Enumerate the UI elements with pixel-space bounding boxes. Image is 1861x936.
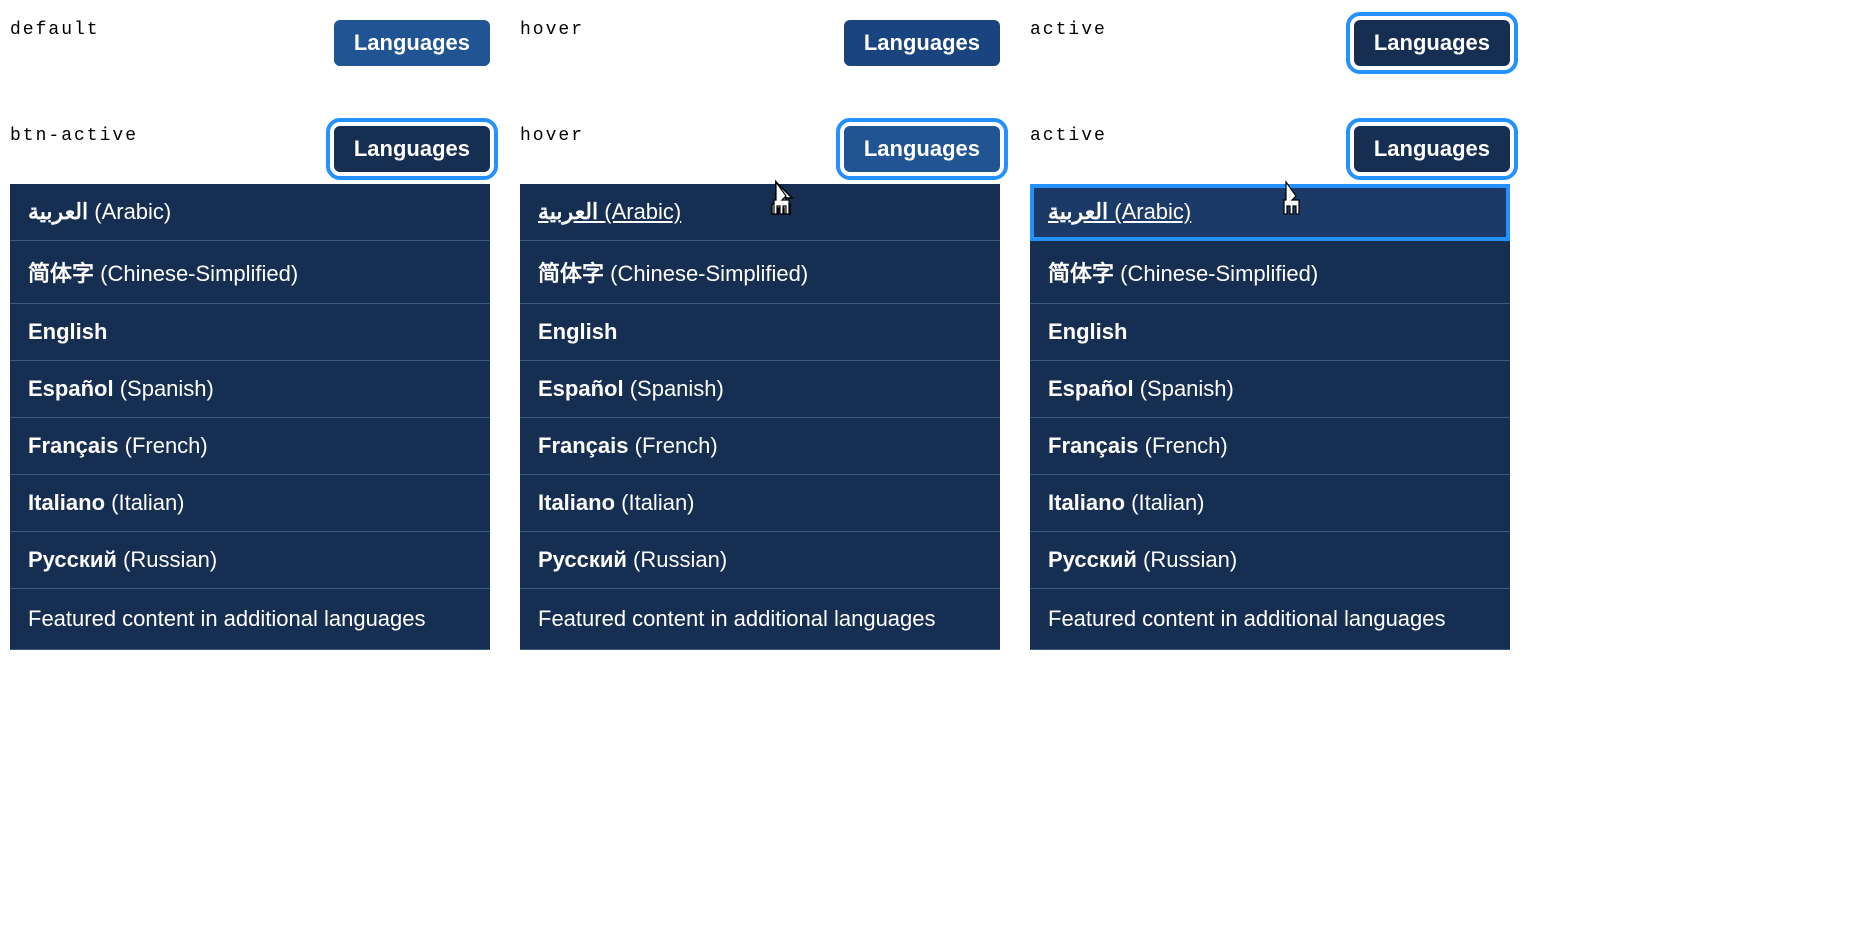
languages-dropdown: العربية (Arabic) 简体字 (Chinese-Simplified… <box>520 184 1000 650</box>
cell-default: default Languages <box>10 20 490 66</box>
language-option-featured[interactable]: Featured content in additional languages <box>10 589 490 650</box>
language-option-english[interactable]: English <box>10 304 490 361</box>
language-option-chinese[interactable]: 简体字 (Chinese-Simplified) <box>1030 241 1510 304</box>
language-option-featured[interactable]: Featured content in additional languages <box>520 589 1000 650</box>
language-option-spanish[interactable]: Español (Spanish) <box>1030 361 1510 418</box>
pointer-cursor-icon <box>1276 180 1308 218</box>
language-option-french[interactable]: Français (French) <box>10 418 490 475</box>
languages-button[interactable]: Languages <box>844 20 1000 66</box>
pointer-cursor-icon <box>766 180 798 218</box>
language-option-arabic[interactable]: العربية (Arabic) <box>520 184 1000 241</box>
language-option-italian[interactable]: Italiano (Italian) <box>520 475 1000 532</box>
languages-button[interactable]: Languages <box>334 20 490 66</box>
row-bottom: btn-active Languages العربية (Arabic) 简体… <box>10 126 1550 650</box>
language-option-english[interactable]: English <box>520 304 1000 361</box>
languages-button[interactable]: Languages <box>1354 20 1510 66</box>
language-option-arabic[interactable]: العربية (Arabic) <box>1030 184 1510 241</box>
language-option-featured[interactable]: Featured content in additional languages <box>1030 589 1510 650</box>
language-option-russian[interactable]: Русский (Russian) <box>1030 532 1510 589</box>
language-option-chinese[interactable]: 简体字 (Chinese-Simplified) <box>10 241 490 304</box>
cell-btn-active-active: active Languages العربية (Arabic) 简体字 (C… <box>1030 126 1510 650</box>
language-option-russian[interactable]: Русский (Russian) <box>520 532 1000 589</box>
cell-btn-active-hover: hover Languages العربية (Arabic) 简体字 (Ch… <box>520 126 1000 650</box>
language-option-spanish[interactable]: Español (Spanish) <box>10 361 490 418</box>
languages-dropdown: العربية (Arabic) 简体字 (Chinese-Simplified… <box>1030 184 1510 650</box>
language-option-english[interactable]: English <box>1030 304 1510 361</box>
language-option-italian[interactable]: Italiano (Italian) <box>10 475 490 532</box>
language-option-arabic[interactable]: العربية (Arabic) <box>10 184 490 241</box>
cell-hover: hover Languages <box>520 20 1000 66</box>
language-option-french[interactable]: Français (French) <box>520 418 1000 475</box>
row-top: default Languages hover Languages active… <box>10 20 1550 66</box>
cell-active: active Languages <box>1030 20 1510 66</box>
language-option-spanish[interactable]: Español (Spanish) <box>520 361 1000 418</box>
language-option-chinese[interactable]: 简体字 (Chinese-Simplified) <box>520 241 1000 304</box>
languages-button[interactable]: Languages <box>334 126 490 172</box>
languages-dropdown: العربية (Arabic) 简体字 (Chinese-Simplified… <box>10 184 490 650</box>
language-option-russian[interactable]: Русский (Russian) <box>10 532 490 589</box>
languages-button[interactable]: Languages <box>844 126 1000 172</box>
language-option-italian[interactable]: Italiano (Italian) <box>1030 475 1510 532</box>
language-option-french[interactable]: Français (French) <box>1030 418 1510 475</box>
states-container: default Languages hover Languages active… <box>10 20 1550 650</box>
cell-btn-active-default: btn-active Languages العربية (Arabic) 简体… <box>10 126 490 650</box>
languages-button[interactable]: Languages <box>1354 126 1510 172</box>
